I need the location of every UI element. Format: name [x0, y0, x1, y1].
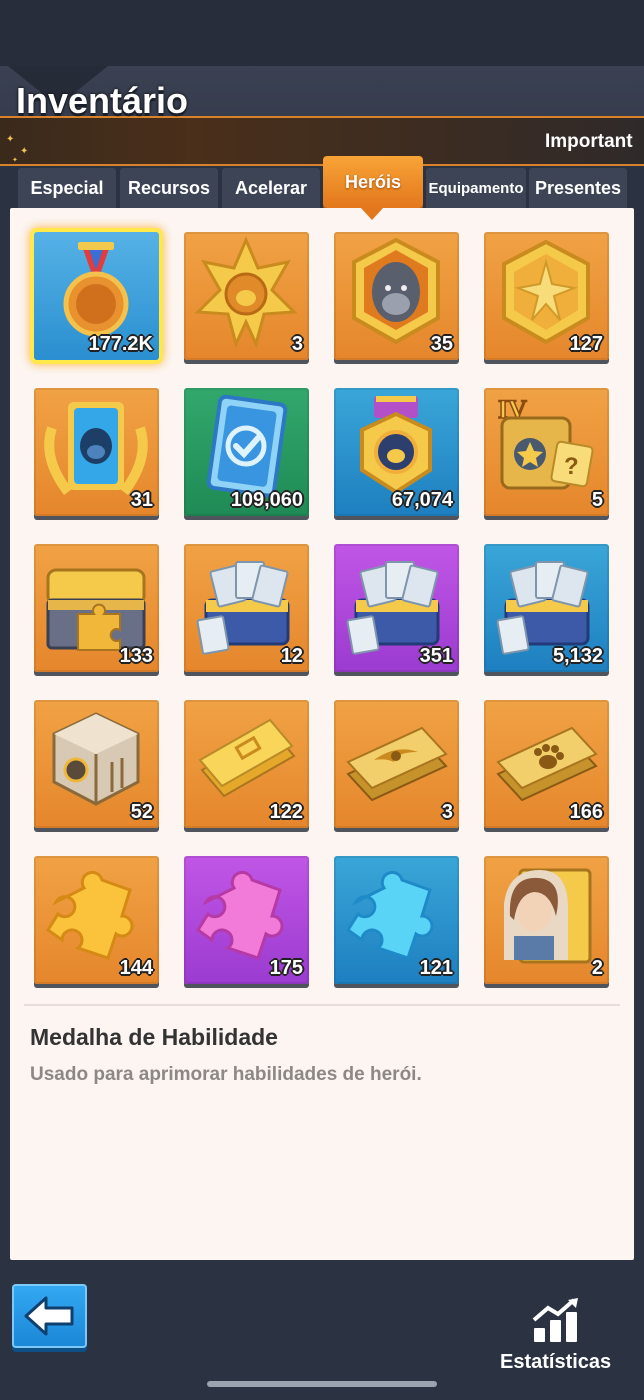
tab-especial[interactable]: Especial — [18, 168, 116, 208]
inventory-panel: 177.2K 3 35 127 31 109,060 67,074 IV ? 5… — [10, 208, 634, 1260]
item-hero-card[interactable]: 2 — [484, 856, 609, 984]
item-puzzle-chest[interactable]: 133 — [34, 544, 159, 672]
item-count: 3 — [291, 333, 303, 355]
item-count: 127 — [569, 333, 603, 355]
item-checkmark-card[interactable]: 109,060 — [184, 388, 309, 516]
sparkle-icon: ✦ — [12, 157, 18, 164]
item-exp-chest-purple[interactable]: 351 — [334, 544, 459, 672]
top-status-area — [0, 0, 644, 66]
item-count: 166 — [569, 801, 603, 823]
item-count: 133 — [119, 645, 153, 667]
item-pink-puzzle[interactable]: 175 — [184, 856, 309, 984]
item-winged-ticket[interactable]: 3 — [334, 700, 459, 828]
gold-gorilla-badge-icon — [194, 236, 298, 349]
item-count: 121 — [419, 957, 453, 979]
selected-item-name: Medalha de Habilidade — [30, 1024, 278, 1050]
selected-item-description: Usado para aprimorar habilidades de heró… — [30, 1064, 422, 1085]
item-gear-crate[interactable]: 52 — [34, 700, 159, 828]
statistics-button[interactable] — [530, 1298, 582, 1349]
item-count: 3 — [441, 801, 453, 823]
item-count: 67,074 — [391, 489, 453, 511]
item-count: 122 — [269, 801, 303, 823]
item-count: 5 — [591, 489, 603, 511]
item-blue-puzzle[interactable]: 121 — [334, 856, 459, 984]
item-count: 52 — [130, 801, 153, 823]
tab-recursos[interactable]: Recursos — [120, 168, 218, 208]
item-count: 2 — [591, 957, 603, 979]
home-indicator[interactable] — [207, 1381, 437, 1387]
item-orange-puzzle[interactable]: 144 — [34, 856, 159, 984]
statistics-label[interactable]: Estatísticas — [500, 1351, 611, 1374]
item-paw-ticket[interactable]: 166 — [484, 700, 609, 828]
svg-text:?: ? — [564, 453, 579, 480]
back-button[interactable] — [12, 1284, 87, 1348]
item-exp-chest-orange[interactable]: 12 — [184, 544, 309, 672]
level-iv-mystery-chest-icon: IV ? — [497, 394, 594, 490]
item-count: 351 — [419, 645, 453, 667]
item-exp-chest-blue[interactable]: 5,132 — [484, 544, 609, 672]
back-arrow-icon — [24, 1296, 74, 1336]
item-gorilla-badge[interactable]: 3 — [184, 232, 309, 360]
item-star-hexagon[interactable]: 127 — [484, 232, 609, 360]
active-tab-pointer — [361, 208, 383, 220]
item-gorilla-portrait[interactable]: 35 — [334, 232, 459, 360]
item-count: 175 — [269, 957, 303, 979]
tab-equipamento[interactable]: Equipamento — [426, 168, 526, 208]
item-count: 12 — [280, 645, 303, 667]
page-title: Inventário — [16, 80, 189, 121]
tab-bar: Especial Recursos Acelerar Heróis Equipa… — [18, 156, 634, 208]
item-count: 31 — [130, 489, 153, 511]
item-mystery-chest[interactable]: IV ? 5 — [484, 388, 609, 516]
item-count: 5,132 — [552, 645, 603, 667]
statistics-chart-icon — [532, 1298, 578, 1342]
item-skill-medal[interactable]: 177.2K — [34, 232, 159, 360]
item-count: 144 — [119, 957, 153, 979]
divider — [24, 1004, 620, 1006]
item-gorilla-medal[interactable]: 67,074 — [334, 388, 459, 516]
banner-text: Important — [545, 131, 633, 152]
tab-herois[interactable]: Heróis — [323, 156, 423, 208]
sparkle-icon: ✦ — [20, 146, 29, 157]
item-count: 109,060 — [230, 489, 303, 511]
item-gold-ticket[interactable]: 122 — [184, 700, 309, 828]
item-laurel-card[interactable]: 31 — [34, 388, 159, 516]
item-count: 35 — [430, 333, 453, 355]
sparkle-icon: ✦ — [6, 134, 15, 145]
tab-acelerar[interactable]: Acelerar — [222, 168, 320, 208]
tab-presentes[interactable]: Presentes — [529, 168, 627, 208]
winged-ticket-icon — [346, 726, 448, 802]
hero-portrait-card-icon — [504, 868, 592, 964]
item-count: 177.2K — [88, 333, 154, 355]
